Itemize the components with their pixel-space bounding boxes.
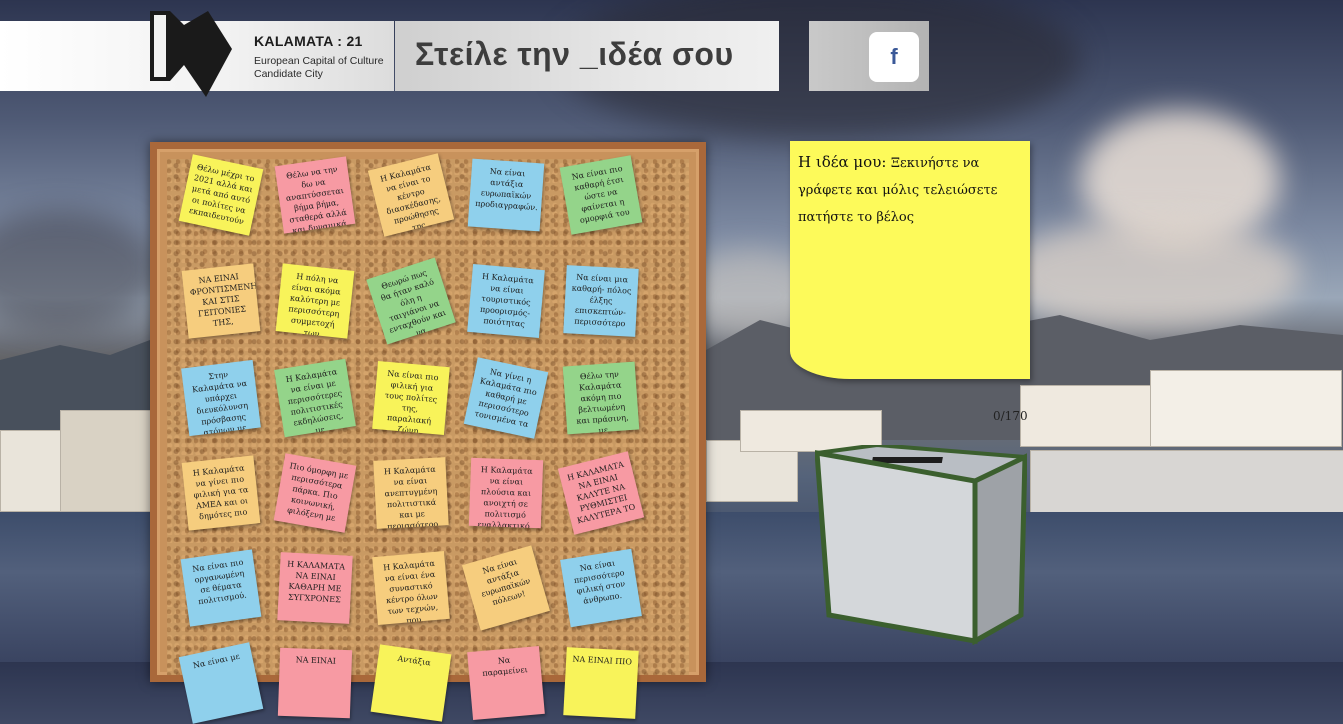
idea-note[interactable]: Πιο όμορφη με περισσότερα πάρκα. Πιο κοι… [273,453,357,533]
page-title-bar: Στείλε την _ιδέα σου [395,21,779,91]
idea-note[interactable]: Η Καλαμάτα να είναι με περισσότερες πολι… [274,358,356,438]
idea-note[interactable]: Η ΚΑΛΑΜΑΤΑ ΝΑ ΕΙΝΑΙ ΚΑΘΑΡΗ ΜΕ ΣΥΓΧΡΟΝΕΣ [277,552,353,624]
idea-note[interactable]: Να είναι αντάξια ευρωπαϊκών πόλεων! [462,545,550,631]
idea-note[interactable]: Στην Καλαμάτα να υπάρχει διευκόλυνση πρό… [181,359,261,437]
idea-note[interactable]: Η Καλαμάτα να είναι το κέντρο διασκέδαση… [367,153,455,237]
idea-board: Θέλω μέχρι το 2021 αλλά και μετά από αυτ… [150,142,706,724]
idea-note[interactable]: Η Καλαμάτα να γίνει πιο φιλική για τα ΑΜ… [181,455,261,531]
idea-note[interactable]: Θεωρώ πως θα ήταν καλό όλη η ταιγιάνοι ν… [366,257,456,345]
brand-name: KALAMATA : 21 [254,33,363,49]
idea-note[interactable]: Η Καλαμάτα να είναι ένα συναστικό κέντρο… [372,550,450,626]
brand-candidate: Candidate City [254,68,323,80]
ballot-box-icon[interactable] [815,445,1027,645]
idea-note[interactable]: Να είναι μια καθαρή- πόλος έλξης επισκεπ… [563,265,639,337]
idea-note[interactable]: Θέλω μέχρι το 2021 αλλά και μετά από αυτ… [178,154,264,236]
idea-note[interactable]: Να είναι πιο οργανωμένη σε θέματα πολιτι… [180,549,262,627]
idea-note[interactable]: Η Καλαμάτα να είναι ανεπτυγμένη πολιτιστ… [373,457,449,529]
idea-note[interactable]: Να είναι πιο φιλική για τους πολίτες της… [372,360,450,436]
character-counter: 0/170 [993,409,1028,423]
idea-note[interactable]: Να είναι με [178,642,264,724]
idea-note[interactable]: ΝΑ ΕΙΝΑΙ ΦΡΟΝΤΙΣΜΕΝΗ ΚΑΙ ΣΤΙΣ ΓΕΙΤΟΝΙΕΣ … [181,263,261,339]
idea-note[interactable]: Η Καλαμάτα να είναι τουριστικός προορισμ… [467,263,545,339]
idea-note[interactable]: Η Καλαμάτα να είναι πλούσια και ανοιχτή … [468,457,544,529]
idea-note[interactable]: Θέλω να την δω να αναπτύσσεται βήμα βήμα… [274,156,356,234]
page-title: Στείλε την _ιδέα σου [415,36,734,72]
idea-note[interactable]: Να γίνει η Καλαμάτα πιο καθαρή με περισσ… [463,357,549,439]
idea-note[interactable]: ΝΑ ΕΙΝΑΙ ΠΙΟ [563,647,639,719]
idea-note[interactable]: Θέλω την Καλαμάτα ακόμη πιο βελτιωμένη κ… [562,361,640,435]
idea-label: Η ιδέα μου: [798,153,887,171]
idea-note[interactable]: Η πόλη να είναι ακόμα καλύτερη με περισσ… [275,263,355,339]
idea-note[interactable]: Να είναι περισσότερο φιλική στον άνθρωπο… [560,548,642,628]
idea-note[interactable]: Να είναι πιο καθαρή έτσι ώστε να φαίνετα… [559,155,643,235]
brand-subtitle: European Capital of Culture [254,55,384,67]
social-bar: f [809,21,929,91]
cork-surface: Θέλω μέχρι το 2021 αλλά και μετά από αυτ… [167,153,689,724]
idea-note[interactable]: Να παραμείνει [467,645,545,721]
facebook-button[interactable]: f [869,32,919,82]
idea-note[interactable]: ΝΑ ΕΙΝΑΙ [277,647,353,719]
idea-note[interactable]: Αντάξια [370,644,452,722]
kalamata-logo-icon[interactable] [148,11,232,97]
facebook-icon: f [890,44,898,69]
idea-note[interactable]: Η ΚΑΛΑΜΑΤΑ ΝΑ ΕΙΝΑΙ ΚΑΛΥΤΕ ΝΑ ΡΥΘΜΙΣΤΕΙ … [557,451,645,535]
idea-input-note[interactable]: Η ιδέα μου: Ξεκινήστε να γράφετε και μόλ… [790,141,1030,379]
idea-note[interactable]: Να είναι αντάξια ευρωπαϊκών προδιαγραφών… [467,158,545,232]
